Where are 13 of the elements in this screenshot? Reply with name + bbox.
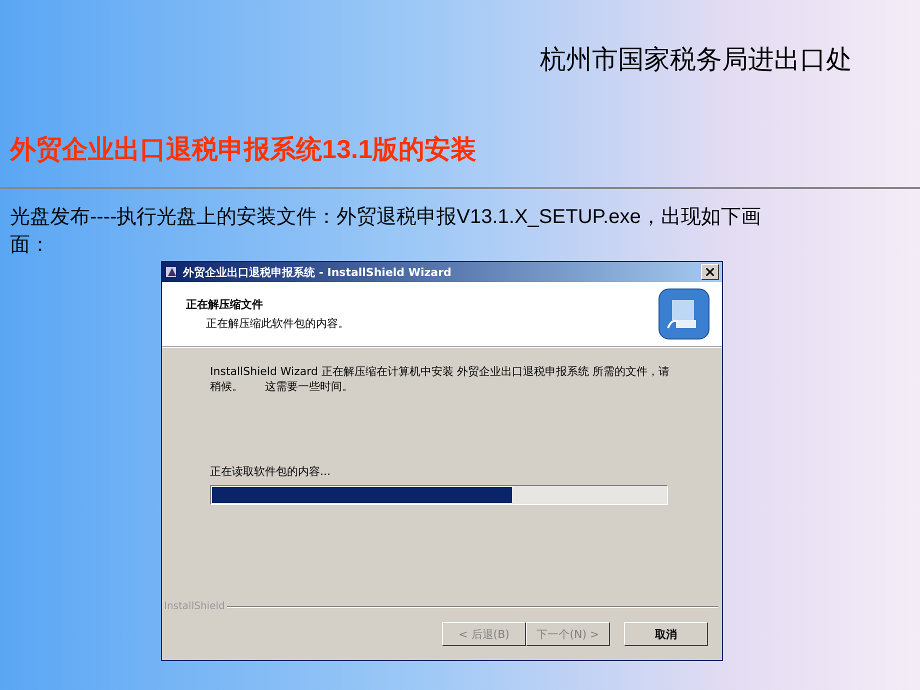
status-text: 正在读取软件包的内容... (210, 464, 332, 479)
slide-header: 杭州市国家税务局进出口处 (540, 44, 852, 74)
step-heading: 正在解压缩文件 (186, 297, 264, 312)
brand-label: InstallShield (164, 601, 225, 612)
window-title: 外贸企业出口退税申报系统 - InstallShield Wizard (183, 264, 452, 280)
close-button[interactable] (701, 264, 719, 280)
slide-title: 外贸企业出口退税申报系统13.1版的安装 (10, 134, 477, 164)
computer-icon (658, 288, 710, 340)
slide-paragraph: 光盘发布----执行光盘上的安装文件：外贸退税申报V13.1.X_SETUP.exe，出现如下画面： (10, 205, 762, 258)
wizard-button[interactable]: 取消 (624, 622, 708, 646)
close-icon (706, 268, 714, 276)
step-description: 正在解压缩此软件包的内容。 (205, 316, 350, 331)
info-message: InstallShield Wizard 正在解压缩在计算机中安装 外贸企业出口退税申报系统 所需的文件，请稍候。 这需要一些时间。 (210, 364, 670, 394)
